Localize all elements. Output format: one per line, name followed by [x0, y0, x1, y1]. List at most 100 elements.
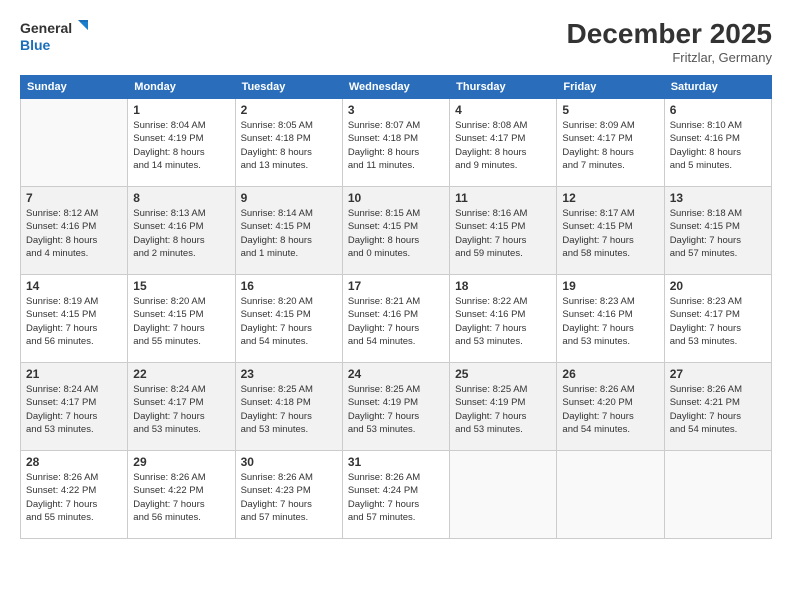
logo-svg: General Blue	[20, 18, 90, 56]
day-info: Sunrise: 8:26 AMSunset: 4:22 PMDaylight:…	[26, 471, 122, 524]
day-number: 3	[348, 103, 444, 117]
calendar-cell: 31Sunrise: 8:26 AMSunset: 4:24 PMDayligh…	[342, 451, 449, 539]
day-info: Sunrise: 8:23 AMSunset: 4:17 PMDaylight:…	[670, 295, 766, 348]
calendar-cell: 19Sunrise: 8:23 AMSunset: 4:16 PMDayligh…	[557, 275, 664, 363]
svg-text:General: General	[20, 20, 72, 36]
calendar-week-row: 1Sunrise: 8:04 AMSunset: 4:19 PMDaylight…	[21, 99, 772, 187]
day-number: 4	[455, 103, 551, 117]
calendar-week-row: 21 Sunrise: 8:24 AMSunset: 4:17 PMDayligh…	[21, 363, 772, 451]
day-number: 28	[26, 455, 122, 469]
page: General Blue December 2025 Fritzlar, Ger…	[0, 0, 792, 612]
day-info: Sunrise: 8:18 AMSunset: 4:15 PMDaylight:…	[670, 207, 766, 260]
day-number: 27	[670, 367, 766, 381]
day-number: 8	[133, 191, 229, 205]
day-number: 21	[26, 367, 122, 381]
calendar-cell: 11Sunrise: 8:16 AMSunset: 4:15 PMDayligh…	[450, 187, 557, 275]
col-wednesday: Wednesday	[342, 76, 449, 99]
day-number: 5	[562, 103, 658, 117]
day-info: Sunrise: 8:26 AMSunset: 4:22 PMDaylight:…	[133, 471, 229, 524]
day-number: 25	[455, 367, 551, 381]
calendar-cell: 24 Sunrise: 8:25 AMSunset: 4:19 PMDayligh…	[342, 363, 449, 451]
month-title: December 2025	[567, 18, 772, 50]
day-number: 29	[133, 455, 229, 469]
day-info: Sunrise: 8:22 AMSunset: 4:16 PMDaylight:…	[455, 295, 551, 348]
calendar-cell	[557, 451, 664, 539]
header-row: Sunday Monday Tuesday Wednesday Thursday…	[21, 76, 772, 99]
calendar-cell: 9 Sunrise: 8:14 AMSunset: 4:15 PMDaylight…	[235, 187, 342, 275]
day-number: 12	[562, 191, 658, 205]
day-info: Sunrise: 8:13 AMSunset: 4:16 PMDaylight:…	[133, 207, 229, 260]
logo: General Blue	[20, 18, 90, 56]
calendar-cell: 18 Sunrise: 8:22 AMSunset: 4:16 PMDayligh…	[450, 275, 557, 363]
day-info: Sunrise: 8:19 AMSunset: 4:15 PMDaylight:…	[26, 295, 122, 348]
calendar-cell: 23 Sunrise: 8:25 AMSunset: 4:18 PMDayligh…	[235, 363, 342, 451]
day-number: 24	[348, 367, 444, 381]
calendar-week-row: 14 Sunrise: 8:19 AMSunset: 4:15 PMDayligh…	[21, 275, 772, 363]
day-info: Sunrise: 8:26 AMSunset: 4:21 PMDaylight:…	[670, 383, 766, 436]
calendar-cell: 12Sunrise: 8:17 AMSunset: 4:15 PMDayligh…	[557, 187, 664, 275]
day-number: 13	[670, 191, 766, 205]
calendar-cell	[21, 99, 128, 187]
calendar-cell: 28 Sunrise: 8:26 AMSunset: 4:22 PMDayligh…	[21, 451, 128, 539]
calendar-cell: 3 Sunrise: 8:07 AMSunset: 4:18 PMDaylight…	[342, 99, 449, 187]
day-number: 18	[455, 279, 551, 293]
day-info: Sunrise: 8:26 AMSunset: 4:24 PMDaylight:…	[348, 471, 444, 524]
col-monday: Monday	[128, 76, 235, 99]
calendar-week-row: 28 Sunrise: 8:26 AMSunset: 4:22 PMDayligh…	[21, 451, 772, 539]
day-info: Sunrise: 8:25 AMSunset: 4:19 PMDaylight:…	[455, 383, 551, 436]
calendar-cell: 30 Sunrise: 8:26 AMSunset: 4:23 PMDayligh…	[235, 451, 342, 539]
day-info: Sunrise: 8:14 AMSunset: 4:15 PMDaylight:…	[241, 207, 337, 260]
calendar-cell: 6 Sunrise: 8:10 AMSunset: 4:16 PMDaylight…	[664, 99, 771, 187]
day-number: 23	[241, 367, 337, 381]
day-info: Sunrise: 8:25 AMSunset: 4:18 PMDaylight:…	[241, 383, 337, 436]
day-info: Sunrise: 8:24 AMSunset: 4:17 PMDaylight:…	[133, 383, 229, 436]
day-info: Sunrise: 8:26 AMSunset: 4:20 PMDaylight:…	[562, 383, 658, 436]
col-sunday: Sunday	[21, 76, 128, 99]
day-info: Sunrise: 8:21 AMSunset: 4:16 PMDaylight:…	[348, 295, 444, 348]
calendar-cell: 10Sunrise: 8:15 AMSunset: 4:15 PMDayligh…	[342, 187, 449, 275]
day-number: 15	[133, 279, 229, 293]
header: General Blue December 2025 Fritzlar, Ger…	[20, 18, 772, 65]
day-number: 11	[455, 191, 551, 205]
day-info: Sunrise: 8:24 AMSunset: 4:17 PMDaylight:…	[26, 383, 122, 436]
calendar-cell: 1Sunrise: 8:04 AMSunset: 4:19 PMDaylight…	[128, 99, 235, 187]
calendar-cell	[664, 451, 771, 539]
calendar-cell: 26Sunrise: 8:26 AMSunset: 4:20 PMDayligh…	[557, 363, 664, 451]
calendar-cell: 4 Sunrise: 8:08 AMSunset: 4:17 PMDaylight…	[450, 99, 557, 187]
location: Fritzlar, Germany	[567, 50, 772, 65]
day-number: 30	[241, 455, 337, 469]
col-thursday: Thursday	[450, 76, 557, 99]
col-tuesday: Tuesday	[235, 76, 342, 99]
calendar-cell: 27 Sunrise: 8:26 AMSunset: 4:21 PMDayligh…	[664, 363, 771, 451]
calendar-cell: 16 Sunrise: 8:20 AMSunset: 4:15 PMDayligh…	[235, 275, 342, 363]
calendar-cell: 14 Sunrise: 8:19 AMSunset: 4:15 PMDayligh…	[21, 275, 128, 363]
day-number: 22	[133, 367, 229, 381]
calendar-cell	[450, 451, 557, 539]
day-info: Sunrise: 8:08 AMSunset: 4:17 PMDaylight:…	[455, 119, 551, 172]
day-info: Sunrise: 8:25 AMSunset: 4:19 PMDaylight:…	[348, 383, 444, 436]
day-number: 17	[348, 279, 444, 293]
day-number: 9	[241, 191, 337, 205]
day-number: 6	[670, 103, 766, 117]
calendar-cell: 17 Sunrise: 8:21 AMSunset: 4:16 PMDayligh…	[342, 275, 449, 363]
day-info: Sunrise: 8:07 AMSunset: 4:18 PMDaylight:…	[348, 119, 444, 172]
col-friday: Friday	[557, 76, 664, 99]
calendar-week-row: 7 Sunrise: 8:12 AMSunset: 4:16 PMDaylight…	[21, 187, 772, 275]
day-info: Sunrise: 8:23 AMSunset: 4:16 PMDaylight:…	[562, 295, 658, 348]
calendar-cell: 15Sunrise: 8:20 AMSunset: 4:15 PMDayligh…	[128, 275, 235, 363]
day-info: Sunrise: 8:12 AMSunset: 4:16 PMDaylight:…	[26, 207, 122, 260]
calendar-cell: 21 Sunrise: 8:24 AMSunset: 4:17 PMDayligh…	[21, 363, 128, 451]
day-number: 16	[241, 279, 337, 293]
day-info: Sunrise: 8:20 AMSunset: 4:15 PMDaylight:…	[241, 295, 337, 348]
day-info: Sunrise: 8:10 AMSunset: 4:16 PMDaylight:…	[670, 119, 766, 172]
calendar-cell: 8 Sunrise: 8:13 AMSunset: 4:16 PMDaylight…	[128, 187, 235, 275]
calendar-cell: 22 Sunrise: 8:24 AMSunset: 4:17 PMDayligh…	[128, 363, 235, 451]
calendar-cell: 7 Sunrise: 8:12 AMSunset: 4:16 PMDaylight…	[21, 187, 128, 275]
day-number: 7	[26, 191, 122, 205]
day-number: 14	[26, 279, 122, 293]
calendar-cell: 2Sunrise: 8:05 AMSunset: 4:18 PMDaylight…	[235, 99, 342, 187]
day-info: Sunrise: 8:26 AMSunset: 4:23 PMDaylight:…	[241, 471, 337, 524]
calendar-cell: 29 Sunrise: 8:26 AMSunset: 4:22 PMDayligh…	[128, 451, 235, 539]
calendar-table: Sunday Monday Tuesday Wednesday Thursday…	[20, 75, 772, 539]
day-number: 10	[348, 191, 444, 205]
